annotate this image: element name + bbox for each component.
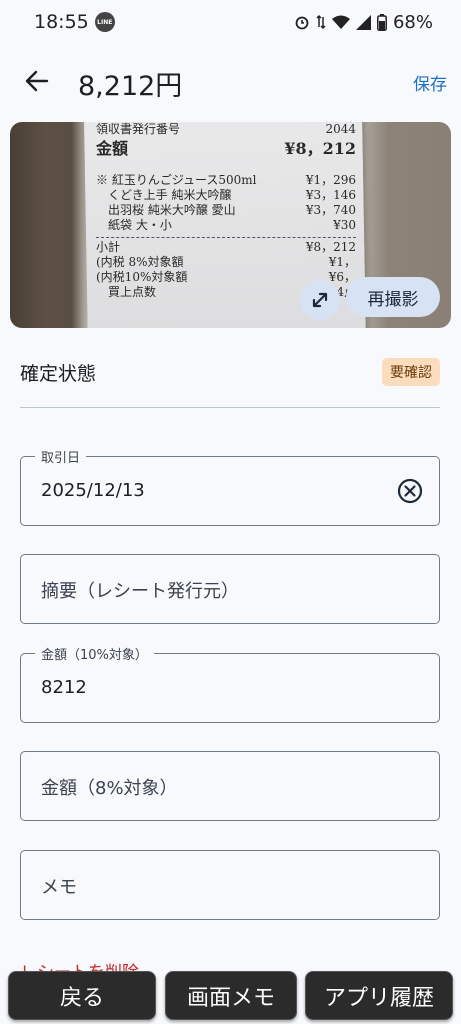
wifi-icon bbox=[331, 15, 350, 29]
save-button[interactable]: 保存 bbox=[413, 70, 447, 95]
receipt-line: 小計 ¥8，212 bbox=[96, 240, 356, 255]
receipt-line-left: ※ 紅玉りんごジュース500ml bbox=[96, 173, 257, 187]
clear-icon[interactable] bbox=[397, 478, 423, 504]
status-left: 18:55 LINE bbox=[34, 11, 115, 33]
receipt-line-left: 買上点数 bbox=[96, 285, 157, 299]
amount-8-field[interactable]: 金額（8%対象） bbox=[20, 751, 440, 821]
summary-placeholder: 摘要（レシート発行元） bbox=[41, 581, 239, 602]
receipt-line-right: ¥1， bbox=[328, 255, 356, 269]
arrow-back-icon bbox=[25, 70, 49, 92]
confirm-status-label: 確定状態 bbox=[20, 362, 97, 385]
receipt-line: 領収書発行番号 2044 bbox=[96, 122, 356, 137]
receipt-line-left: (内税 8%対象額 bbox=[96, 255, 184, 269]
status-right: 68% bbox=[294, 12, 433, 33]
receipt-line-left: 出羽桜 純米大吟醸 愛山 bbox=[96, 203, 236, 217]
transaction-date-value: 2025/12/13 bbox=[41, 480, 145, 501]
receipt-image[interactable]: 領収書発行番号 2044 金額 ¥8，212 ※ 紅玉りんごジュース500ml ¥1，29… bbox=[10, 122, 451, 328]
receipt-line-right: 2044 bbox=[325, 122, 356, 136]
transaction-date-field[interactable]: 取引日 2025/12/13 bbox=[20, 447, 440, 526]
receipt-line-right: ¥30 bbox=[333, 218, 356, 232]
battery-percent: 68% bbox=[392, 11, 433, 33]
receipt-line-right: ¥1，296 bbox=[305, 173, 356, 187]
receipt-line: 金額 ¥8，212 bbox=[96, 137, 356, 161]
receipt-line-right: ¥8，212 bbox=[284, 139, 356, 158]
amount-10-value: 8212 bbox=[41, 677, 87, 698]
alarm-icon bbox=[295, 16, 309, 30]
receipt-line: 出羽桜 純米大吟醸 愛山 ¥3，740 bbox=[96, 203, 356, 218]
receipt-line: くどき上手 純米大吟醸 ¥3，146 bbox=[96, 188, 356, 203]
receipt-gap bbox=[96, 161, 356, 173]
status-bar: 18:55 LINE 68% bbox=[0, 0, 461, 44]
receipt-line-left: 領収書発行番号 bbox=[96, 122, 181, 136]
receipt-line: ※ 紅玉りんごジュース500ml ¥1，296 bbox=[96, 173, 356, 188]
back-button[interactable] bbox=[22, 66, 52, 96]
expand-image-button[interactable] bbox=[300, 280, 340, 320]
confirm-status-row: 確定状態 要確認 bbox=[20, 352, 440, 392]
receipt-line-left: くどき上手 純米大吟醸 bbox=[96, 188, 232, 202]
receipt-line-right: ¥8，212 bbox=[305, 240, 356, 254]
memo-field[interactable]: メモ bbox=[20, 850, 440, 920]
status-badge: 要確認 bbox=[382, 358, 440, 386]
expand-icon bbox=[312, 292, 328, 308]
amount-10-label: 金額（10%対象） bbox=[35, 644, 154, 663]
cell-signal-icon bbox=[355, 14, 371, 30]
status-time: 18:55 bbox=[34, 11, 89, 33]
receipt-line: 紙袋 大・小 ¥30 bbox=[96, 218, 356, 233]
summary-field[interactable]: 摘要（レシート発行元） bbox=[20, 554, 440, 624]
nav-screen-memo-button[interactable]: 画面メモ bbox=[165, 971, 297, 1020]
bottom-nav-bar: 戻る 画面メモ アプリ履歴 bbox=[0, 966, 461, 1024]
page-title: 8,212円 bbox=[78, 71, 183, 102]
app-bar: 8,212円 保存 bbox=[0, 52, 461, 112]
transaction-date-label: 取引日 bbox=[35, 447, 87, 466]
receipt-line-left: 紙袋 大・小 bbox=[96, 218, 172, 232]
nav-back-button[interactable]: 戻る bbox=[8, 971, 156, 1020]
retake-photo-button[interactable]: 再撮影 bbox=[346, 277, 440, 317]
receipt-line-right: ¥3，146 bbox=[305, 188, 356, 202]
receipt-line-left: 小計 bbox=[96, 240, 121, 254]
amount-10-field[interactable]: 金額（10%対象） 8212 bbox=[20, 644, 440, 723]
receipt-text: 領収書発行番号 2044 金額 ¥8，212 ※ 紅玉りんごジュース500ml ¥1，29… bbox=[96, 122, 356, 300]
memo-placeholder: メモ bbox=[41, 877, 77, 898]
line-app-icon: LINE bbox=[94, 12, 115, 32]
receipt-line: (内税 8%対象額 ¥1， bbox=[96, 255, 356, 270]
data-arrows-icon bbox=[316, 14, 326, 30]
receipt-line-right: ¥3，740 bbox=[305, 203, 356, 217]
receipt-line-left: (内税10%対象額 bbox=[96, 270, 188, 284]
divider bbox=[20, 407, 440, 408]
receipt-line-left: 金額 bbox=[96, 139, 129, 158]
battery-icon bbox=[377, 13, 387, 31]
nav-app-history-button[interactable]: アプリ履歴 bbox=[305, 971, 453, 1020]
amount-8-placeholder: 金額（8%対象） bbox=[41, 778, 178, 799]
receipt-dashed-rule bbox=[96, 237, 356, 238]
